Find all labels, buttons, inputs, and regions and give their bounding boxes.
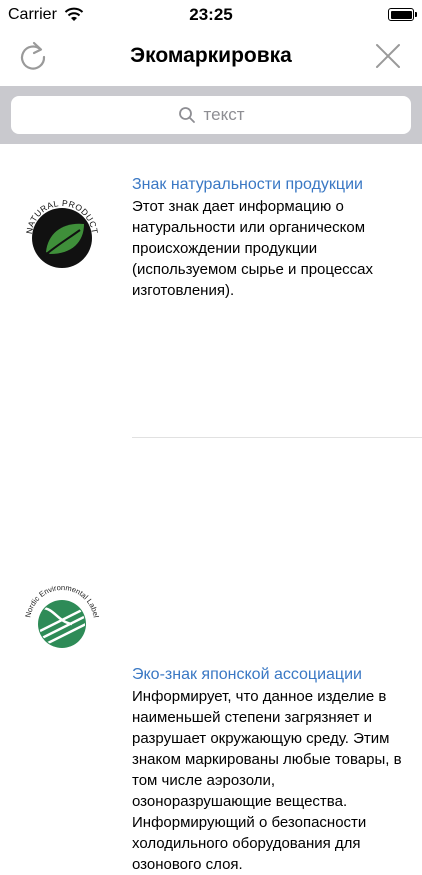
item-description: Информирует, что данное изделие в наимен… [132,688,402,873]
search-icon [178,107,195,123]
item-title: Знак натуральности продукции [132,176,363,193]
close-icon[interactable] [374,42,402,70]
item-title: Эко-знак японской ассоциации [132,666,362,683]
nordic-swan-ecolabel-icon: Nordic Environmental Label [23,583,101,648]
status-time: 23:25 [189,5,233,24]
list-item[interactable]: NATURAL PRODUCT Знак натуральности проду… [0,146,422,438]
natural-product-logo-icon: NATURAL PRODUCT [24,198,99,268]
item-description: Этот знак дает информацию о натуральност… [132,198,374,299]
search-placeholder: текст [203,105,245,124]
list-item[interactable]: Nordic Environmental Label Эко-знак япон… [0,438,422,873]
nav-bar: Экомаркировка [0,30,422,84]
page-title: Экомаркировка [130,44,292,67]
status-bar: Carrier 23:25 [0,0,422,30]
battery-icon [388,8,417,21]
search-bar: текст [0,86,422,144]
search-input[interactable]: текст [11,96,411,134]
